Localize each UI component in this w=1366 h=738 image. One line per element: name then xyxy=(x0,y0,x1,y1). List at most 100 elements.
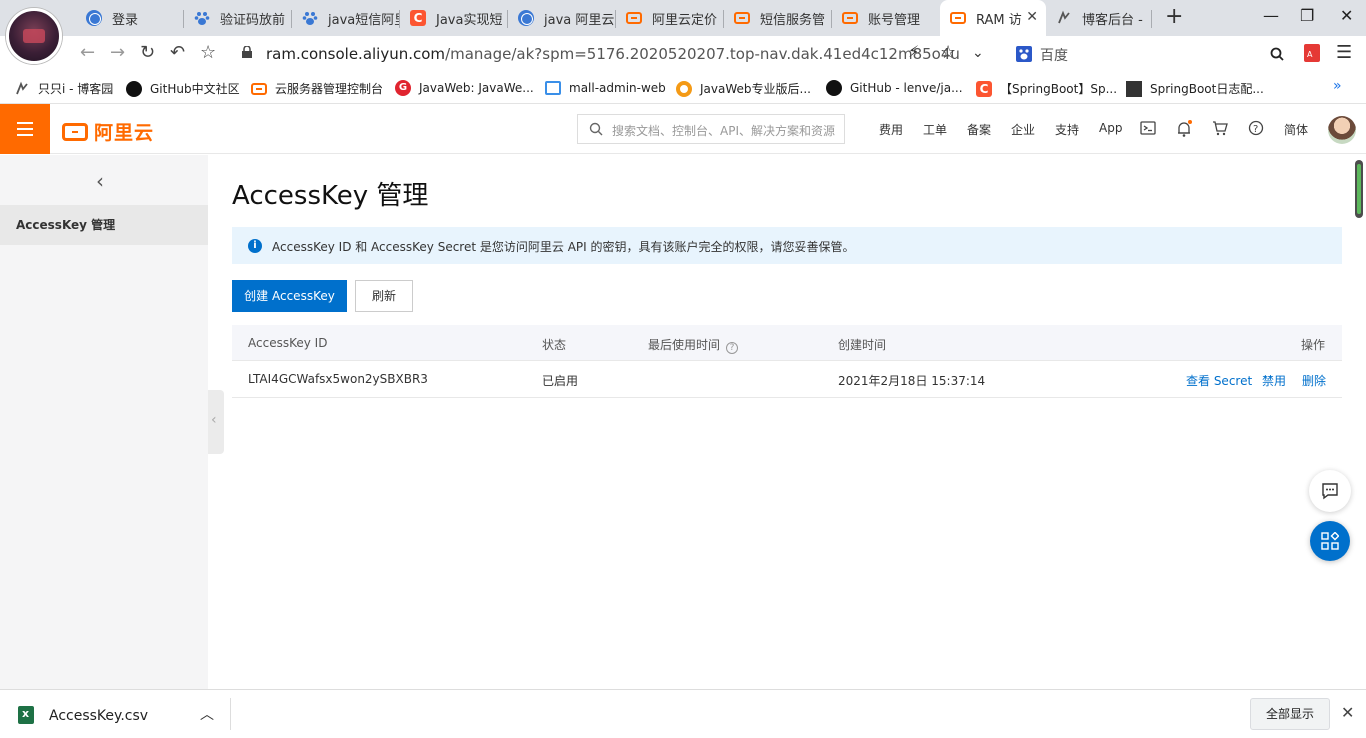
tab-2[interactable]: 验证码放前 xyxy=(184,0,292,36)
bookmark-label: 云服务器管理控制台 xyxy=(275,82,384,96)
tab-5[interactable]: java 阿里云 xyxy=(508,0,616,36)
minimize-icon[interactable]: — xyxy=(1263,6,1279,25)
bell-icon[interactable] xyxy=(1176,120,1192,138)
view-secret-link[interactable]: 查看 Secret xyxy=(1186,372,1252,389)
apps-button[interactable] xyxy=(1310,521,1350,561)
tab-label: 短信服务管 xyxy=(760,12,826,28)
bookmark-item[interactable]: JavaWeb专业版后... xyxy=(676,80,811,97)
refresh-button[interactable]: 刷新 xyxy=(355,280,413,312)
bookmark-item[interactable]: mall-admin-web xyxy=(545,80,666,96)
tab-1[interactable]: 登录 xyxy=(76,0,184,36)
chevron-up-icon[interactable]: ︿ xyxy=(200,704,214,724)
bookmark-item[interactable]: G JavaWeb: JavaWe... xyxy=(395,80,534,96)
bookmark-item[interactable]: 只只i - 博客园 xyxy=(14,80,113,97)
tab-10[interactable]: 博客后台 - xyxy=(1046,0,1152,36)
sidebar: ‹ AccessKey 管理 xyxy=(0,155,208,689)
bookmark-label: 只只i - 博客园 xyxy=(38,82,114,96)
back-arrow-icon[interactable]: ← xyxy=(80,42,95,63)
bookmark-label: JavaWeb: JavaWe... xyxy=(419,81,534,95)
close-tab-icon[interactable]: ✕ xyxy=(1026,9,1038,25)
bookmark-item[interactable]: GitHub - lenve/ja... xyxy=(826,80,963,96)
download-filename[interactable]: AccessKey.csv xyxy=(49,708,148,724)
aliyun-logo[interactable]: 阿里云 xyxy=(62,118,154,145)
nav-icp[interactable]: 备案 xyxy=(967,121,991,138)
favorite-star-icon[interactable]: ☆ xyxy=(940,42,956,63)
tab-7[interactable]: 短信服务管 xyxy=(724,0,832,36)
col-last-used-label: 最后使用时间 xyxy=(648,338,721,352)
info-notice: i AccessKey ID 和 AccessKey Secret 是您访问阿里… xyxy=(232,227,1342,264)
tab-6[interactable]: 阿里云定价 xyxy=(616,0,724,36)
shop-icon xyxy=(545,80,561,96)
tab-8[interactable]: 账号管理 xyxy=(832,0,940,36)
scrollbar[interactable] xyxy=(1355,160,1363,218)
browser-menu-icon[interactable]: ☰ xyxy=(1336,42,1352,63)
bookmarks-bar: 只只i - 博客园 GitHub中文社区 云服务器管理控制台 G JavaWeb… xyxy=(0,72,1366,104)
user-avatar[interactable] xyxy=(1328,116,1356,144)
url-host: ram.console.aliyun.com xyxy=(266,45,446,63)
csdn-icon: C xyxy=(976,80,992,97)
search-icon[interactable] xyxy=(1270,47,1284,61)
bookmark-item[interactable]: SpringBoot日志配... xyxy=(1126,80,1264,97)
col-status: 状态 xyxy=(542,338,567,352)
sidebar-item-accesskey[interactable]: AccessKey 管理 xyxy=(0,205,208,245)
tab-3[interactable]: java短信阿里 xyxy=(292,0,400,36)
logo-text: 阿里云 xyxy=(94,122,155,144)
show-all-button[interactable]: 全部显示 xyxy=(1250,698,1330,730)
chat-button[interactable] xyxy=(1309,470,1351,512)
aliyun-icon xyxy=(251,81,267,97)
pdf-extension-icon[interactable]: A xyxy=(1304,44,1320,67)
bookmark-item[interactable]: 云服务器管理控制台 xyxy=(251,80,383,97)
tab-label: 博客后台 - xyxy=(1082,12,1143,28)
console-search-input[interactable]: 搜索文档、控制台、API、解决方案和资源 xyxy=(577,114,845,144)
console-topnav: 阿里云 搜索文档、控制台、API、解决方案和资源 费用 工单 备案 企业 支持 … xyxy=(0,104,1366,154)
profile-avatar[interactable] xyxy=(6,8,62,64)
tab-label: java 阿里云 xyxy=(544,12,615,28)
nav-billing[interactable]: 费用 xyxy=(879,121,903,138)
restore-icon[interactable]: ❐ xyxy=(1300,6,1314,25)
nav-app[interactable]: App xyxy=(1099,121,1122,135)
disable-link[interactable]: 禁用 xyxy=(1262,372,1286,389)
address-bar[interactable]: ram.console.aliyun.com/manage/ak?spm=517… xyxy=(230,40,1000,68)
lightning-icon[interactable]: ⚡ xyxy=(908,42,919,61)
close-window-icon[interactable]: ✕ xyxy=(1340,6,1353,25)
tab-label: Java实现短 xyxy=(436,12,503,28)
tab-9-active[interactable]: RAM 访 ✕ xyxy=(940,0,1046,36)
close-shelf-icon[interactable]: ✕ xyxy=(1341,703,1354,722)
globe-icon xyxy=(86,10,102,26)
bookmark-item[interactable]: GitHub中文社区 xyxy=(126,80,240,97)
tab-label: 登录 xyxy=(112,12,139,28)
chevron-down-icon[interactable]: ⌄ xyxy=(972,45,984,61)
reload-icon[interactable]: ↻ xyxy=(140,42,155,63)
cart-icon[interactable] xyxy=(1212,120,1228,136)
terminal-icon[interactable] xyxy=(1140,120,1156,136)
help-icon[interactable]: ? xyxy=(1248,120,1264,136)
nav-ticket[interactable]: 工单 xyxy=(923,121,947,138)
nav-enterprise[interactable]: 企业 xyxy=(1011,121,1035,138)
new-tab-button[interactable]: + xyxy=(1165,4,1183,29)
col-last-used: 最后使用时间? xyxy=(648,336,739,354)
chevron-left-icon[interactable]: ‹ xyxy=(96,169,104,193)
search-engine-box[interactable]: 百度 xyxy=(1010,40,1298,68)
forward-arrow-icon[interactable]: → xyxy=(110,42,125,63)
col-created: 创建时间 xyxy=(838,338,887,352)
tab-label: 验证码放前 xyxy=(220,12,286,28)
nav-support[interactable]: 支持 xyxy=(1055,121,1079,138)
undo-icon[interactable]: ↶ xyxy=(170,42,185,63)
bookmarks-overflow-button[interactable]: » xyxy=(1333,78,1342,94)
search-icon xyxy=(589,122,603,136)
sidebar-collapse-handle[interactable]: ‹ xyxy=(208,390,224,454)
tab-label: 阿里云定价 xyxy=(652,12,718,28)
bookmark-item[interactable]: C 【SpringBoot】Sp... xyxy=(976,80,1117,97)
search-placeholder: 搜索文档、控制台、API、解决方案和资源 xyxy=(612,124,835,138)
aliyun-icon xyxy=(62,122,88,141)
cnblogs-icon xyxy=(14,81,30,97)
language-switch[interactable]: 简体 xyxy=(1284,121,1308,138)
search-engine-label: 百度 xyxy=(1040,48,1068,64)
question-circle-icon[interactable]: ? xyxy=(726,342,739,354)
hamburger-menu-icon[interactable] xyxy=(0,104,50,154)
delete-link[interactable]: 删除 xyxy=(1302,372,1326,389)
create-accesskey-button[interactable]: 创建 AccessKey xyxy=(232,280,347,312)
star-bookmark-icon[interactable]: ☆ xyxy=(200,42,216,63)
globe-icon xyxy=(518,10,534,26)
tab-4[interactable]: C Java实现短 xyxy=(400,0,508,36)
